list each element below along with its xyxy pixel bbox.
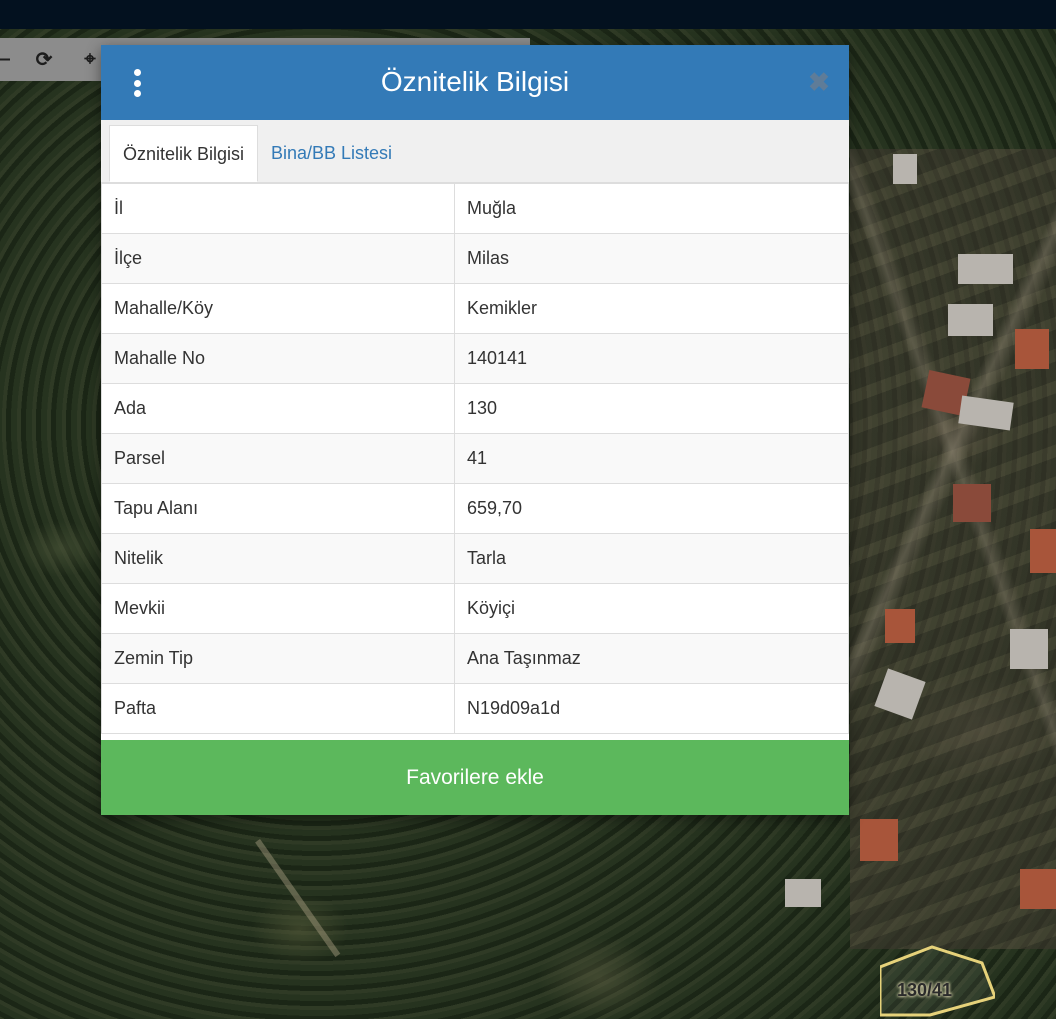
- building: [1030, 529, 1056, 573]
- table-row: İlçe Milas: [101, 233, 849, 284]
- add-to-favorites-button[interactable]: Favorilere ekle: [101, 740, 849, 815]
- close-icon[interactable]: ✖: [807, 69, 831, 95]
- table-row: Pafta N19d09a1d: [101, 683, 849, 734]
- attribute-value: Milas: [454, 233, 849, 284]
- attribute-value: N19d09a1d: [454, 683, 849, 734]
- table-row: İl Muğla: [101, 183, 849, 234]
- tab-attribute-info[interactable]: Öznitelik Bilgisi: [109, 125, 259, 182]
- building: [860, 819, 898, 861]
- attribute-key: Mahalle No: [101, 333, 455, 384]
- modal-header: Öznitelik Bilgisi ✖: [101, 45, 849, 120]
- attribute-value: 659,70: [454, 483, 849, 534]
- attribute-key: Tapu Alanı: [101, 483, 455, 534]
- attribute-value: Muğla: [454, 183, 849, 234]
- attribute-modal: Öznitelik Bilgisi ✖ Öznitelik Bilgisi Bi…: [101, 45, 849, 815]
- attribute-key: Parsel: [101, 433, 455, 484]
- refresh-icon[interactable]: ⟳: [22, 38, 66, 81]
- attribute-table: İl Muğla İlçe Milas Mahalle/Köy Kemikler Mahal…: [101, 183, 849, 734]
- attribute-value: Ana Taşınmaz: [454, 633, 849, 684]
- table-row: Mevkii Köyiçi: [101, 583, 849, 634]
- kebab-menu-icon[interactable]: [133, 69, 141, 97]
- attribute-value: Tarla: [454, 533, 849, 584]
- attribute-key: Zemin Tip: [101, 633, 455, 684]
- building: [1010, 629, 1048, 669]
- attribute-value: 41: [454, 433, 849, 484]
- attribute-value: 140141: [454, 333, 849, 384]
- table-row: Tapu Alanı 659,70: [101, 483, 849, 534]
- attribute-value: 130: [454, 383, 849, 434]
- map-path: [255, 839, 341, 958]
- top-bar: [0, 0, 1056, 29]
- table-row: Zemin Tip Ana Taşınmaz: [101, 633, 849, 684]
- table-row: Mahalle/Köy Kemikler: [101, 283, 849, 334]
- table-row: Mahalle No 140141: [101, 333, 849, 384]
- table-row: Nitelik Tarla: [101, 533, 849, 584]
- attribute-key: Ada: [101, 383, 455, 434]
- attribute-value: Köyiçi: [454, 583, 849, 634]
- modal-title: Öznitelik Bilgisi: [380, 66, 570, 97]
- building: [893, 154, 917, 184]
- attribute-key: İl: [101, 183, 455, 234]
- building: [1020, 869, 1056, 909]
- building: [958, 254, 1013, 284]
- minus-icon[interactable]: —: [0, 38, 22, 81]
- tab-bar: Öznitelik Bilgisi Bina/BB Listesi: [101, 120, 849, 183]
- building: [948, 304, 993, 336]
- parcel-label: 130/41: [897, 980, 953, 1000]
- attribute-value: Kemikler: [454, 283, 849, 334]
- table-row: Ada 130: [101, 383, 849, 434]
- building: [785, 879, 821, 907]
- attribute-key: Nitelik: [101, 533, 455, 584]
- attribute-key: Pafta: [101, 683, 455, 734]
- building: [885, 609, 915, 643]
- table-row: Parsel 41: [101, 433, 849, 484]
- attribute-key: Mahalle/Köy: [101, 283, 455, 334]
- attribute-key: Mevkii: [101, 583, 455, 634]
- building: [1015, 329, 1049, 369]
- building: [953, 484, 991, 522]
- attribute-key: İlçe: [101, 233, 455, 284]
- tab-building-list[interactable]: Bina/BB Listesi: [258, 125, 405, 182]
